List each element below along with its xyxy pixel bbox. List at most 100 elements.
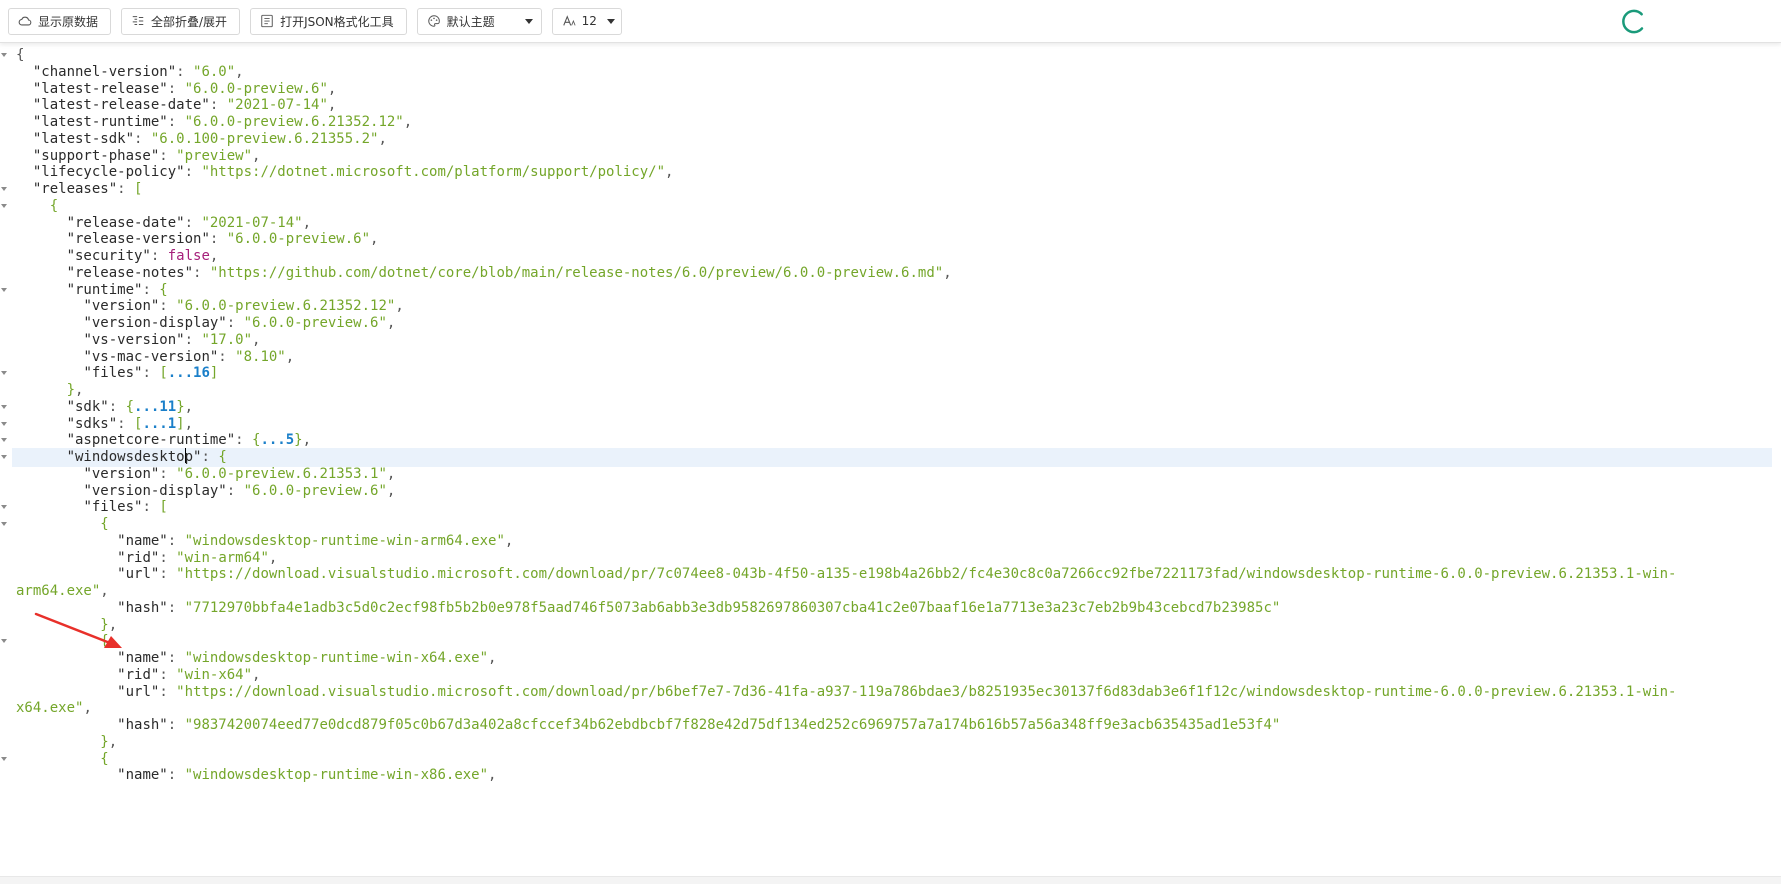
json-punctuation: , xyxy=(302,432,312,449)
fold-toggle-icon[interactable] xyxy=(1,639,7,644)
collapsed-count[interactable]: ...11 xyxy=(134,399,176,415)
show-raw-button[interactable]: 显示原数据 xyxy=(8,7,112,35)
json-punctuation xyxy=(16,550,117,566)
fold-toggle-icon[interactable] xyxy=(1,404,7,409)
json-punctuation xyxy=(16,198,50,214)
json-key: "sdks" xyxy=(66,415,118,432)
json-string: "6.0.0-preview.6" xyxy=(243,482,387,499)
json-punctuation: } xyxy=(100,733,109,750)
json-punctuation xyxy=(16,466,83,482)
json-string: "8.10" xyxy=(235,348,286,365)
json-punctuation: : xyxy=(226,482,244,499)
chevron-down-icon xyxy=(606,18,615,24)
json-key: "lifecycle-policy" xyxy=(32,164,185,181)
json-punctuation: , xyxy=(108,733,118,750)
json-punctuation: , xyxy=(943,264,952,281)
fold-toggle-icon[interactable] xyxy=(1,187,7,191)
fold-toggle-icon[interactable] xyxy=(1,522,7,526)
json-string: "6.0.0-preview.6.21352.12" xyxy=(184,114,404,130)
open-formatter-button[interactable]: 打开JSON格式化工具 xyxy=(250,7,407,35)
fold-toggle-icon[interactable] xyxy=(1,53,7,57)
json-punctuation: , xyxy=(386,315,396,331)
json-line: "name": "windowsdesktop-runtime-win-x86.… xyxy=(0,766,1781,785)
json-punctuation: : xyxy=(226,315,244,331)
json-punctuation: : xyxy=(167,114,185,130)
json-punctuation xyxy=(16,81,33,97)
json-punctuation: { xyxy=(16,47,25,63)
fold-toggle-icon[interactable] xyxy=(1,203,7,208)
font-size-value-wrap: 12 xyxy=(562,14,597,28)
json-string: "17.0" xyxy=(201,331,253,348)
horizontal-scrollbar[interactable] xyxy=(0,876,1781,884)
fold-toggle-icon[interactable] xyxy=(1,455,7,459)
json-boolean: false xyxy=(167,248,210,264)
json-punctuation xyxy=(16,751,100,767)
json-punctuation: , xyxy=(378,130,387,147)
json-punctuation: : xyxy=(142,281,160,298)
json-punctuation: { xyxy=(49,197,59,214)
json-punctuation xyxy=(16,365,83,381)
json-string: "preview" xyxy=(176,147,253,164)
json-punctuation xyxy=(16,767,117,783)
json-punctuation: { xyxy=(125,398,135,415)
json-key: "windowsdesktop" xyxy=(66,448,202,465)
json-string: "6.0.0-preview.6" xyxy=(184,80,328,97)
json-punctuation: } xyxy=(294,432,303,449)
json-punctuation: : xyxy=(134,130,151,147)
json-key: "channel-version" xyxy=(32,63,177,80)
json-punctuation: : xyxy=(167,717,185,733)
json-string: "6.0.0-preview.6" xyxy=(243,315,387,331)
fold-toggle-button[interactable]: 全部折叠/展开 xyxy=(121,7,241,35)
json-viewer[interactable]: { "channel-version": "6.0", "latest-rele… xyxy=(0,44,1781,884)
fold-toggle-icon[interactable] xyxy=(1,505,7,510)
json-punctuation: : xyxy=(142,499,160,516)
json-string: x64.exe" xyxy=(16,700,84,717)
fold-toggle-icon[interactable] xyxy=(1,287,7,292)
theme-select[interactable]: 默认主题 xyxy=(416,7,542,35)
fold-toggle-icon[interactable] xyxy=(1,438,7,443)
json-string: "windowsdesktop-runtime-win-x86.exe" xyxy=(184,767,489,784)
collapsed-count[interactable]: ...5 xyxy=(260,432,294,448)
json-line-code: "name": "windowsdesktop-runtime-win-x86.… xyxy=(16,766,496,785)
json-punctuation: : xyxy=(167,650,185,666)
font-size-select[interactable]: 12 xyxy=(551,7,622,35)
json-punctuation: , xyxy=(252,666,261,683)
fold-list-icon xyxy=(132,16,144,26)
fold-toggle-icon[interactable] xyxy=(1,421,7,426)
json-punctuation xyxy=(16,282,67,298)
json-punctuation xyxy=(16,382,67,398)
json-punctuation xyxy=(16,148,33,164)
json-punctuation: , xyxy=(184,398,194,415)
json-key: "release-date" xyxy=(66,214,185,231)
json-key: "version-display" xyxy=(83,315,227,331)
font-size-icon xyxy=(562,15,576,26)
json-punctuation xyxy=(16,533,117,549)
json-punctuation xyxy=(16,684,117,700)
json-string: "9837420074eed77e0dcd879f05c0b67d3a402a8… xyxy=(184,717,1281,733)
theme-select-value-wrap: 默认主题 xyxy=(427,13,495,30)
json-punctuation xyxy=(16,231,67,247)
fold-toggle-icon[interactable] xyxy=(1,756,7,761)
json-punctuation: , xyxy=(252,147,261,164)
collapsed-count[interactable]: ...1 xyxy=(142,416,176,432)
collapsed-count[interactable]: ...16 xyxy=(168,365,210,381)
json-punctuation xyxy=(16,717,117,733)
chevron-down-icon xyxy=(524,18,533,24)
json-punctuation xyxy=(16,499,83,515)
fold-toggle-icon[interactable] xyxy=(1,371,7,376)
json-string: "6.0.100-preview.6.21355.2" xyxy=(150,130,379,147)
json-punctuation xyxy=(16,432,67,448)
json-punctuation: : xyxy=(159,666,177,683)
json-string: "https://download.visualstudio.microsoft… xyxy=(176,566,1677,583)
json-punctuation: , xyxy=(327,97,337,114)
theme-value: 默认主题 xyxy=(446,14,495,29)
json-punctuation: : xyxy=(193,264,210,281)
json-string: "6.0.0-preview.6" xyxy=(226,231,371,248)
json-key: "url" xyxy=(117,683,160,700)
json-punctuation xyxy=(16,164,33,180)
json-punctuation xyxy=(16,265,67,281)
open-formatter-label: 打开JSON格式化工具 xyxy=(280,14,394,29)
json-key: "hash" xyxy=(117,717,168,733)
json-punctuation xyxy=(16,248,67,264)
json-punctuation: ] xyxy=(209,365,219,382)
